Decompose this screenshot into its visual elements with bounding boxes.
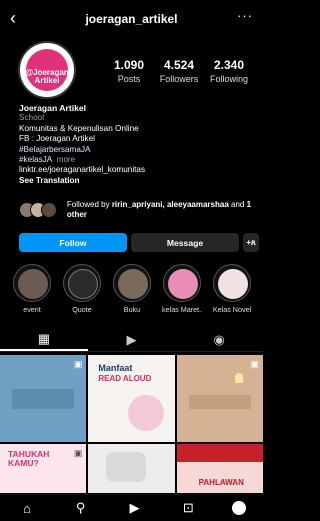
posts-label: Posts xyxy=(117,74,141,84)
search-icon[interactable]: ⚲ xyxy=(71,500,91,516)
post-grid: ▣ Manfaat READ ALOUD ▣ ▣ TAHUKAH KAMU? P… xyxy=(0,355,263,493)
post-thumbnail[interactable]: ▣ xyxy=(176,355,263,442)
posts-count: 1.090 xyxy=(113,58,145,72)
reel-icon: ▣ xyxy=(73,448,83,458)
bio-hashtag[interactable]: #kelasJA xyxy=(19,155,52,164)
highlight-quote[interactable]: Quote xyxy=(62,264,102,324)
post-thumbnail[interactable]: ▣ TAHUKAH KAMU? xyxy=(0,444,87,493)
highlight-cover xyxy=(213,264,251,302)
follower-avatar xyxy=(41,202,57,218)
top-bar: ‹ joeragan_artikel ··· xyxy=(0,0,263,38)
post-banner xyxy=(176,444,263,462)
tagged-tab-icon[interactable]: ◉ xyxy=(175,328,263,351)
post-photo xyxy=(106,452,147,482)
bio-hashtag-line: #kelasJA more xyxy=(19,155,254,165)
story-highlights: event Quote Buku kelas Maret... Kelas No… xyxy=(12,264,263,324)
post-title: Manfaat xyxy=(98,363,133,373)
add-user-icon[interactable]: +ጸ xyxy=(243,233,259,252)
bio-link[interactable]: linktr.ee/joeraganartikel_komunitas xyxy=(19,165,254,175)
highlight-buku[interactable]: Buku xyxy=(112,264,152,324)
reel-icon: ▣ xyxy=(73,359,83,369)
profile-actions: Follow Message +ጸ xyxy=(19,233,259,252)
highlight-cover xyxy=(113,264,151,302)
followed-by-text: Followed by ririn_apriyani, aleeyaamarsh… xyxy=(66,200,252,219)
highlight-image xyxy=(118,269,148,299)
highlight-cover xyxy=(63,264,101,302)
see-translation-link[interactable]: See Translation xyxy=(19,176,254,186)
post-title: PAHLAWAN xyxy=(198,478,244,487)
post-thumbnail[interactable] xyxy=(88,444,175,493)
highlight-label: Kelas Novel xyxy=(212,305,252,314)
shop-icon[interactable]: ⊡ xyxy=(178,500,198,516)
profile-category: School xyxy=(19,113,45,123)
post-thumbnail[interactable]: Manfaat READ ALOUD xyxy=(88,355,175,442)
profile-tabs: ▦ ▶ ◉ xyxy=(0,328,263,352)
follow-button[interactable]: Follow xyxy=(19,233,127,252)
post-title: TAHUKAH KAMU? xyxy=(8,449,50,468)
highlight-label: kelas Maret... xyxy=(162,305,202,314)
following-label: Following xyxy=(209,74,249,84)
highlight-event[interactable]: event xyxy=(12,264,52,324)
followers-label: Followers xyxy=(159,74,199,84)
bio-more-link[interactable]: more xyxy=(57,155,75,164)
lamp-graphic xyxy=(234,373,243,383)
message-button[interactable]: Message xyxy=(131,233,239,252)
bottom-navigation: ⌂ ⚲ ▶ ⊡ xyxy=(0,494,263,521)
highlight-image xyxy=(18,269,48,299)
profile-bio: Joeragan Artikel School Komunitas & Kepe… xyxy=(19,103,254,186)
post-text-block xyxy=(12,389,74,409)
grid-tab-icon[interactable]: ▦ xyxy=(0,328,88,351)
profile-username: joeragan_artikel xyxy=(85,12,178,26)
reels-icon[interactable]: ▶ xyxy=(124,500,144,516)
following-count: 2.340 xyxy=(213,58,245,72)
followers-stat[interactable]: 4.524 Followers xyxy=(154,58,204,84)
highlight-label: event xyxy=(23,305,41,314)
highlight-kelas-novel[interactable]: Kelas Novel xyxy=(212,264,252,324)
following-stat[interactable]: 2.340 Following xyxy=(204,58,254,84)
post-subtitle: READ ALOUD xyxy=(98,374,152,383)
follower-avatars xyxy=(19,200,61,220)
highlight-label: Quote xyxy=(72,305,92,314)
highlight-cover xyxy=(13,264,51,302)
post-thumbnail[interactable]: PAHLAWAN xyxy=(176,444,263,493)
highlight-cover xyxy=(163,264,201,302)
followers-count: 4.524 xyxy=(163,58,195,72)
post-text-block xyxy=(188,395,251,409)
reels-tab-icon[interactable]: ▶ xyxy=(88,328,176,351)
bio-line: FB : Joeragan Artikel xyxy=(19,134,95,144)
highlight-kelas-maret[interactable]: kelas Maret... xyxy=(162,264,202,324)
profile-tab-avatar[interactable] xyxy=(232,501,247,515)
reel-icon: ▣ xyxy=(250,359,259,369)
bio-line: Komunitas & Kepenulisan Online xyxy=(19,123,139,133)
posts-stat[interactable]: 1.090 Posts xyxy=(104,58,154,84)
profile-avatar[interactable]: @Joeragan Artikel xyxy=(18,41,76,99)
highlight-image xyxy=(218,269,248,299)
avatar-logo-text: @Joeragan Artikel xyxy=(25,68,69,85)
post-thumbnail[interactable]: ▣ xyxy=(0,355,87,442)
profile-stats: 1.090 Posts 4.524 Followers 2.340 Follow… xyxy=(104,58,254,84)
bio-hashtag[interactable]: #BelajarbersamaJA xyxy=(19,145,254,155)
more-options-icon[interactable]: ··· xyxy=(237,8,253,23)
highlight-image xyxy=(168,269,198,299)
followed-by[interactable]: Followed by ririn_apriyani, aleeyaamarsh… xyxy=(19,198,259,222)
post-illustration xyxy=(128,395,165,431)
profile-display-name: Joeragan Artikel xyxy=(19,103,87,113)
highlight-image xyxy=(68,269,98,299)
highlight-label: Buku xyxy=(123,305,141,314)
home-icon[interactable]: ⌂ xyxy=(17,501,37,516)
